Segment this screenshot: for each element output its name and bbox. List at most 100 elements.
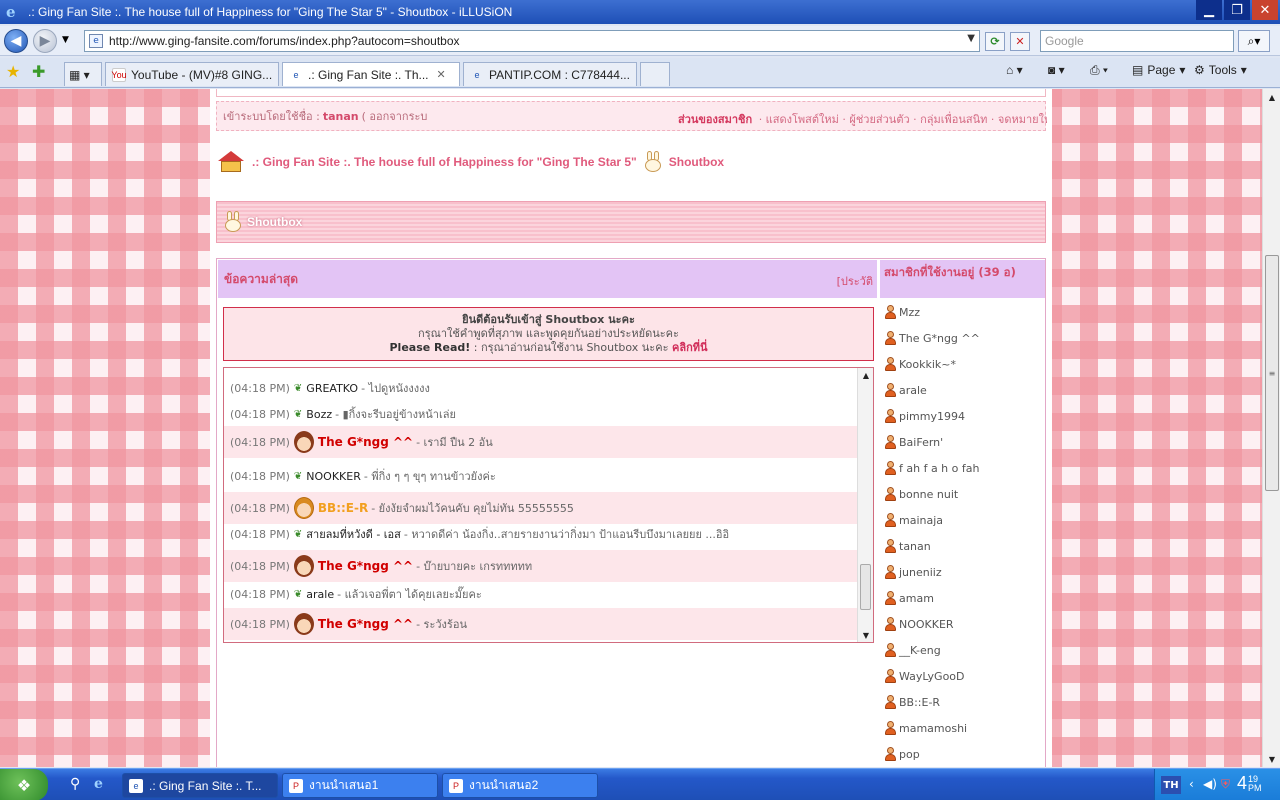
quicklaunch-ie-icon[interactable]: e <box>94 776 103 792</box>
language-indicator[interactable]: TH <box>1161 776 1181 794</box>
taskbar-item-presentation2[interactable]: P งานนำเสนอ2 <box>442 773 598 798</box>
message-author[interactable]: Bozz <box>306 408 332 421</box>
history-link[interactable]: [ประวัติ <box>837 272 873 290</box>
online-user[interactable]: pimmy1994 <box>884 409 965 423</box>
refresh-button[interactable]: ⟳ <box>985 32 1005 51</box>
member-quick-links[interactable]: · แสดงโพสต์ใหม่ · ผู้ช่วยส่วนตัว · กลุ่ม… <box>759 113 1047 126</box>
close-tab-icon[interactable]: ✕ <box>437 68 446 81</box>
add-favorites-icon[interactable]: ✚ <box>32 62 45 81</box>
page-menu[interactable]: ▤ Page ▾ <box>1132 63 1185 77</box>
online-user[interactable]: Mzz <box>884 305 920 319</box>
address-dropdown-icon[interactable]: ▼ <box>967 33 975 44</box>
message-list-box[interactable]: (04:18 PM) ❦ GREATKO - ไปดูหนังงงงง (04:18 P… <box>223 367 874 643</box>
stop-button[interactable]: ✕ <box>1010 32 1030 51</box>
section-header: Shoutbox <box>216 201 1046 243</box>
scroll-up-icon[interactable]: ▲ <box>1264 89 1280 105</box>
page-scrollbar[interactable]: ▲ ≡ ▼ <box>1262 89 1280 767</box>
quick-tabs-button[interactable]: ▦ ▾ <box>64 62 102 86</box>
username-link[interactable]: tanan <box>323 110 359 123</box>
breadcrumb-page-link[interactable]: Shoutbox <box>669 155 724 169</box>
rss-icon: ◙ ▾ <box>1048 63 1065 77</box>
forum-page: เข้าระบบโดยใช้ชื่อ : tanan ( ออกจากระบ ส… <box>210 89 1052 767</box>
forward-button[interactable]: ▶ <box>33 29 57 53</box>
start-button[interactable]: ❖ <box>0 769 48 800</box>
online-user-name: arale <box>899 383 927 397</box>
new-tab-button[interactable] <box>640 62 670 86</box>
window-title: .: Ging Fan Site :. The house full of Ha… <box>28 5 513 19</box>
login-bar: เข้าระบบโดยใช้ชื่อ : tanan ( ออกจากระบ ส… <box>216 101 1047 131</box>
tab-youtube[interactable]: You YouTube - (MV)#8 GING... <box>105 62 279 86</box>
click-here-link[interactable]: คลิกที่นี่ <box>672 341 708 354</box>
online-user[interactable]: WayLyGooD <box>884 669 965 683</box>
home-button[interactable]: ⌂ ▾ <box>1006 63 1023 77</box>
member-area-link[interactable]: ส่วนของสมาชิก <box>678 113 752 126</box>
taskbar-item-presentation1[interactable]: P งานนำเสนอ1 <box>282 773 438 798</box>
online-user[interactable]: amam <box>884 591 934 605</box>
online-user[interactable]: __K-eng <box>884 643 941 657</box>
clock[interactable]: 4 19 PM <box>1237 773 1262 794</box>
feeds-button[interactable]: ◙ ▾ <box>1048 63 1065 77</box>
online-user[interactable]: Kookkik~* <box>884 357 956 371</box>
online-user[interactable]: pop <box>884 747 920 761</box>
breadcrumb-site-link[interactable]: .: Ging Fan Site :. The house full of Ha… <box>252 155 637 169</box>
message-author[interactable]: BB::E-R <box>318 501 368 515</box>
user-icon <box>884 591 896 605</box>
message-author[interactable]: The G*ngg ^^ <box>318 435 413 449</box>
online-user[interactable]: BB::E-R <box>884 695 940 709</box>
message-list: (04:18 PM) ❦ GREATKO - ไปดูหนังงงงง (04:18 P… <box>224 368 857 642</box>
message-author[interactable]: The G*ngg ^^ <box>318 559 413 573</box>
maximize-button[interactable]: ❐ <box>1224 0 1250 20</box>
scroll-thumb[interactable]: ≡ <box>1265 255 1279 491</box>
tab-pantip[interactable]: e PANTIP.COM : C778444... <box>463 62 637 86</box>
tab-ging-fansite[interactable]: e .: Ging Fan Site :. Th... ✕ <box>282 62 460 86</box>
message-author[interactable]: GREATKO <box>306 382 358 395</box>
tray-expand-icon[interactable]: ‹ <box>1189 777 1194 791</box>
online-user[interactable]: mamamoshi <box>884 721 967 735</box>
taskbar: ❖ ⚲ e e .: Ging Fan Site :. T... P งานนำ… <box>0 768 1280 800</box>
online-user[interactable]: arale <box>884 383 927 397</box>
online-user[interactable]: BaiFern' <box>884 435 943 449</box>
online-user[interactable]: NOOKKER <box>884 617 954 631</box>
message-author[interactable]: The G*ngg ^^ <box>318 617 413 631</box>
message-text: - เรามี ปืน 2 อัน <box>416 436 493 449</box>
online-user[interactable]: bonne nuit <box>884 487 958 501</box>
online-user[interactable]: juneniiz <box>884 565 942 579</box>
tools-menu[interactable]: ⚙ Tools ▾ <box>1194 63 1247 77</box>
message-time: (04:18 PM) <box>230 587 290 601</box>
online-user[interactable]: tanan <box>884 539 931 553</box>
print-button[interactable]: ⎙ ▾ <box>1090 63 1108 78</box>
taskbar-item-ging[interactable]: e .: Ging Fan Site :. T... <box>122 773 278 798</box>
message-text: - พี่กิ่ง ๆ ๆ ขุๆ ทานข้าวยังค่ะ <box>363 470 496 483</box>
scroll-thumb[interactable] <box>860 564 871 610</box>
message-author[interactable]: สายลมที่หวังดี - เอส <box>306 525 401 543</box>
minimize-button[interactable]: ▁ <box>1196 0 1222 20</box>
history-dropdown-icon[interactable]: ▼ <box>62 35 69 45</box>
sprout-icon: ❦ <box>293 408 303 420</box>
volume-icon[interactable]: ◀) <box>1203 777 1217 791</box>
security-shield-icon[interactable]: ⛨ <box>1221 777 1230 792</box>
online-user[interactable]: f ah f a h o fah <box>884 461 979 475</box>
user-icon <box>884 747 896 761</box>
address-bar[interactable]: e http://www.ging-fansite.com/forums/ind… <box>84 30 980 52</box>
online-user-name: juneniiz <box>899 565 942 579</box>
scroll-down-icon[interactable]: ▼ <box>1264 751 1280 767</box>
back-button[interactable]: ◀ <box>4 29 28 53</box>
online-user[interactable]: mainaja <box>884 513 943 527</box>
search-input[interactable]: Google <box>1040 30 1234 52</box>
user-icon <box>884 357 896 371</box>
section-title: Shoutbox <box>247 215 303 229</box>
online-user[interactable]: The G*ngg ^^ <box>884 331 980 345</box>
message-author[interactable]: NOOKKER <box>306 470 361 483</box>
message-scrollbar[interactable]: ▲ ▼ <box>857 368 873 642</box>
message-author[interactable]: arale <box>306 588 334 601</box>
logout-link[interactable]: ( ออกจากระบ <box>362 107 428 125</box>
quicklaunch-search-icon[interactable]: ⚲ <box>70 776 80 792</box>
user-icon <box>884 461 896 475</box>
address-url[interactable]: http://www.ging-fansite.com/forums/index… <box>109 34 460 48</box>
login-prefix: เข้าระบบโดยใช้ชื่อ : <box>223 110 320 123</box>
search-button[interactable]: ⌕▾ <box>1238 30 1270 52</box>
scroll-up-icon[interactable]: ▲ <box>858 368 873 382</box>
scroll-down-icon[interactable]: ▼ <box>858 628 873 642</box>
favorites-star-icon[interactable]: ★ <box>6 62 20 81</box>
close-button[interactable]: ✕ <box>1252 0 1278 20</box>
